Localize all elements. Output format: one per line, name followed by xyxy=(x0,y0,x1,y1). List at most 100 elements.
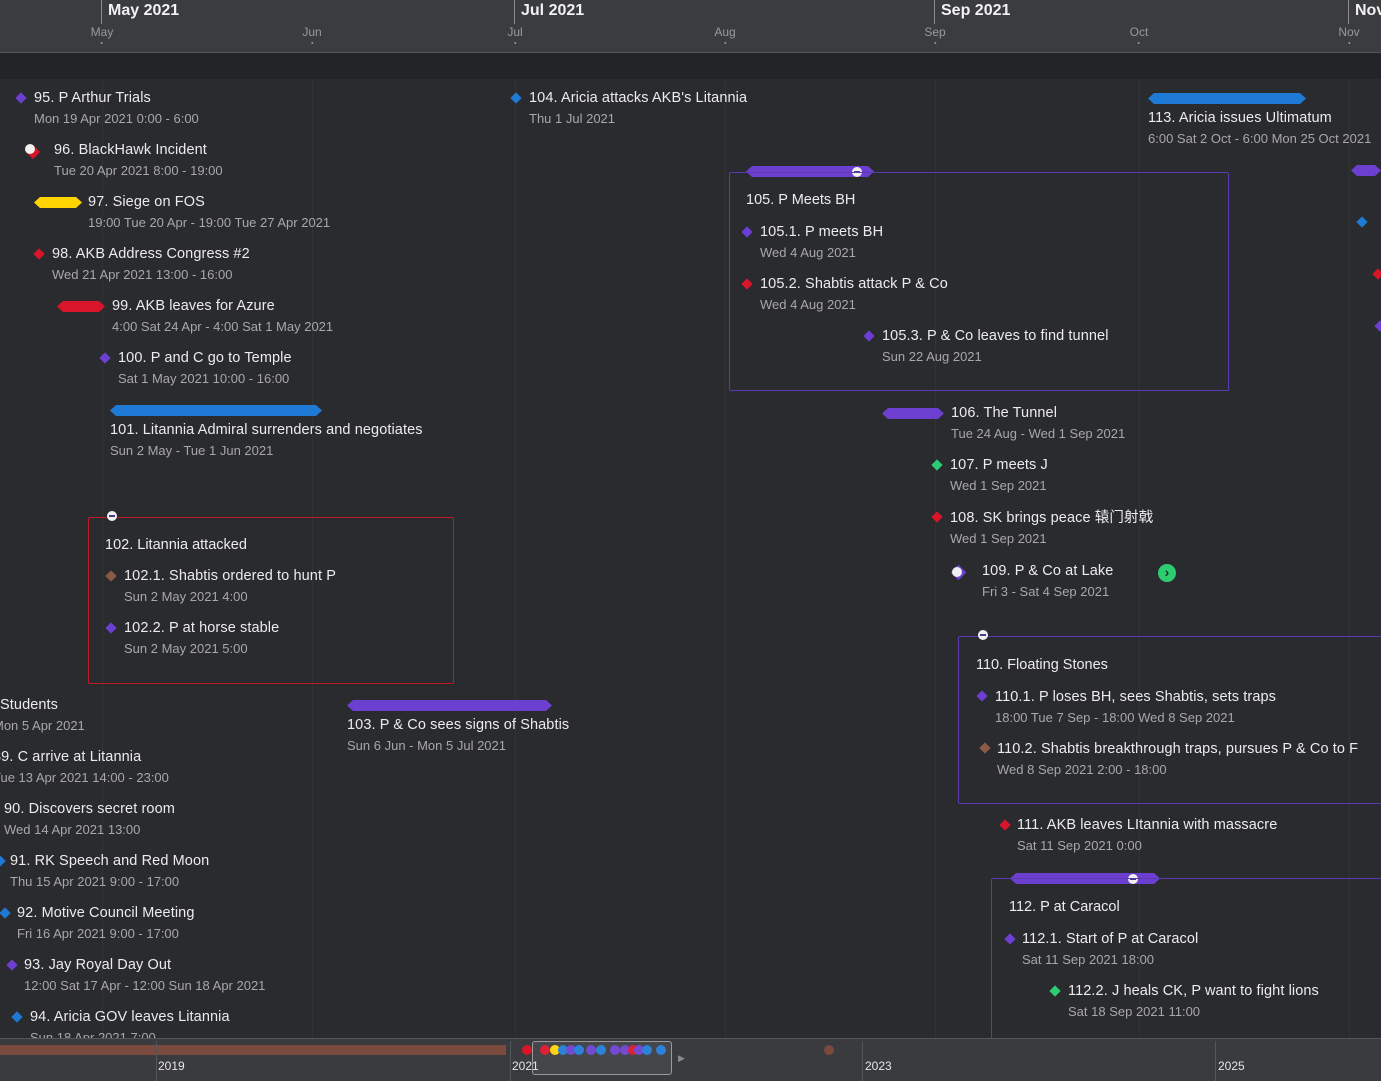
event-item[interactable]: 90. Discovers secret room Wed 14 Apr 202… xyxy=(4,800,175,838)
month-tick-label: May xyxy=(90,25,114,44)
year-divider xyxy=(156,1041,157,1081)
event-item[interactable]: 110.2. Shabtis breakthrough traps, pursu… xyxy=(997,740,1358,778)
chevron-right-icon[interactable]: › xyxy=(1158,564,1176,582)
event-marker-diamond[interactable] xyxy=(0,907,11,919)
event-item[interactable]: 112.1. Start of P at Caracol Sat 11 Sep … xyxy=(1022,930,1198,968)
month-tick-label: Nov xyxy=(1338,25,1360,44)
month-tick-label: Oct xyxy=(1129,25,1149,44)
expand-icon[interactable] xyxy=(952,567,962,577)
event-date: Wed 14 Apr 2021 13:00 xyxy=(4,822,141,837)
event-item[interactable]: 105.1. P meets BH Wed 4 Aug 2021 xyxy=(760,223,883,261)
event-duration-bar[interactable] xyxy=(110,405,322,416)
event-date: Sun 2 May - Tue 1 Jun 2021 xyxy=(110,443,274,458)
event-item[interactable]: 93. Jay Royal Day Out 12:00 Sat 17 Apr -… xyxy=(24,956,265,994)
event-item[interactable]: 106. The Tunnel Tue 24 Aug - Wed 1 Sep 2… xyxy=(951,404,1125,442)
event-date: Sat 11 Sep 2021 0:00 xyxy=(1017,838,1142,853)
event-item[interactable]: 105.2. Shabtis attack P & Co Wed 4 Aug 2… xyxy=(760,275,948,313)
event-marker-diamond[interactable] xyxy=(931,459,943,471)
event-item[interactable]: 92. Motive Council Meeting Fri 16 Apr 20… xyxy=(17,904,195,942)
event-date: Sun 6 Jun - Mon 5 Jul 2021 xyxy=(347,738,506,753)
event-title: 103. P & Co sees signs of Shabtis xyxy=(347,717,570,733)
event-item[interactable]: 110.1. P loses BH, sees Shabtis, sets tr… xyxy=(995,688,1276,726)
event-date: Tue 24 Aug - Wed 1 Sep 2021 xyxy=(951,426,1126,441)
event-density-dot xyxy=(824,1045,834,1055)
event-item[interactable]: 107. P meets J Wed 1 Sep 2021 xyxy=(950,456,1048,494)
event-date: Mon 5 Apr 2021 xyxy=(0,718,85,733)
event-item[interactable]: 94. Aricia GOV leaves Litannia Sun 18 Ap… xyxy=(30,1008,230,1038)
event-item[interactable]: 112.2. J heals CK, P want to fight lions… xyxy=(1068,982,1319,1020)
event-date: Fri 3 - Sat 4 Sep 2021 xyxy=(982,584,1110,599)
year-divider xyxy=(510,1041,511,1081)
event-title: 112.1. Start of P at Caracol xyxy=(1022,931,1199,947)
event-item[interactable]: 108. SK brings peace 辕门射戟 Wed 1 Sep 2021 xyxy=(950,509,1153,547)
event-title: 89. C arrive at Litannia xyxy=(0,749,142,765)
event-item[interactable]: 99. AKB leaves for Azure 4:00 Sat 24 Apr… xyxy=(112,297,333,335)
event-item[interactable]: 109. P & Co at Lake Fri 3 - Sat 4 Sep 20… xyxy=(982,562,1113,600)
event-item[interactable]: 91. RK Speech and Red Moon Thu 15 Apr 20… xyxy=(10,852,209,890)
event-marker-diamond[interactable] xyxy=(15,92,27,104)
event-marker-diamond[interactable] xyxy=(999,819,1011,831)
collapse-icon[interactable] xyxy=(978,630,988,640)
event-item[interactable]: 105.3. P & Co leaves to find tunnel Sun … xyxy=(882,327,1109,365)
event-marker-diamond[interactable] xyxy=(99,352,111,364)
event-duration-bar[interactable] xyxy=(1351,165,1381,176)
event-item[interactable]: 96. BlackHawk Incident Tue 20 Apr 2021 8… xyxy=(54,141,223,179)
month-tick-label: Aug xyxy=(714,25,736,44)
event-title: 102.1. Shabtis ordered to hunt P xyxy=(124,568,336,584)
event-duration-bar[interactable] xyxy=(1148,93,1306,104)
event-date: Sun 18 Apr 2021 7:00 xyxy=(30,1030,156,1038)
group-title: 102. Litannia attacked xyxy=(105,537,247,553)
event-item[interactable]: 98. AKB Address Congress #2 Wed 21 Apr 2… xyxy=(52,245,250,283)
collapse-icon[interactable] xyxy=(107,511,117,521)
event-date: Mon 19 Apr 2021 0:00 - 6:00 xyxy=(34,111,199,126)
event-density-dot xyxy=(522,1045,532,1055)
event-item[interactable]: 102.1. Shabtis ordered to hunt P Sun 2 M… xyxy=(124,567,336,605)
month-tick-label: Jun xyxy=(302,25,322,44)
overview-viewport-window[interactable] xyxy=(532,1041,672,1075)
event-duration-bar[interactable] xyxy=(882,408,944,419)
event-duration-bar[interactable] xyxy=(347,700,552,711)
event-date: Wed 4 Aug 2021 xyxy=(760,245,856,260)
event-marker-diamond[interactable] xyxy=(1372,268,1381,280)
event-duration-bar[interactable] xyxy=(57,301,105,312)
event-item[interactable]: 95. P Arthur Trials Mon 19 Apr 2021 0:00… xyxy=(34,89,199,127)
event-marker-diamond[interactable] xyxy=(11,1011,23,1023)
event-title: 92. Motive Council Meeting xyxy=(17,905,195,921)
year-divider xyxy=(862,1041,863,1081)
event-date: Tue 13 Apr 2021 14:00 - 23:00 xyxy=(0,770,169,785)
event-date: Wed 4 Aug 2021 xyxy=(760,297,856,312)
event-title: 90. Discovers secret room xyxy=(4,801,175,817)
event-title: 113. Aricia issues Ultimatum xyxy=(1148,110,1332,126)
event-duration-bar[interactable] xyxy=(34,197,82,208)
event-marker-diamond[interactable] xyxy=(0,855,6,867)
event-marker-diamond[interactable] xyxy=(1374,320,1381,332)
event-item[interactable]: 113. Aricia issues Ultimatum 6:00 Sat 2 … xyxy=(1148,109,1371,147)
event-title: 91. RK Speech and Red Moon xyxy=(10,853,210,869)
event-title: 111. AKB leaves LItannia with massacre xyxy=(1017,817,1278,833)
event-item[interactable]: 111. AKB leaves LItannia with massacre S… xyxy=(1017,816,1277,854)
expand-icon[interactable] xyxy=(25,144,35,154)
event-item[interactable]: 102.2. P at horse stable Sun 2 May 2021 … xyxy=(124,619,279,657)
play-icon[interactable]: ▶ xyxy=(678,1053,685,1064)
event-date: Thu 15 Apr 2021 9:00 - 17:00 xyxy=(10,874,180,889)
timeline-canvas[interactable]: 95. P Arthur Trials Mon 19 Apr 2021 0:00… xyxy=(0,80,1381,1038)
event-item[interactable]: 103. P & Co sees signs of Shabtis Sun 6 … xyxy=(347,716,569,754)
event-item[interactable]: 89. C arrive at Litannia Tue 13 Apr 2021… xyxy=(0,748,169,786)
event-item[interactable]: 101. Litannia Admiral surrenders and neg… xyxy=(110,421,423,459)
event-item[interactable]: 104. Aricia attacks AKB's Litannia Thu 1… xyxy=(529,89,747,127)
event-marker-diamond[interactable] xyxy=(6,959,18,971)
event-marker-diamond[interactable] xyxy=(510,92,522,104)
event-marker-diamond[interactable] xyxy=(931,511,943,523)
overview-navigator[interactable]: ▶ 2019 2021 2023 2025 xyxy=(0,1038,1381,1081)
event-date: Wed 1 Sep 2021 xyxy=(950,478,1047,493)
event-item[interactable]: Students Mon 5 Apr 2021 xyxy=(0,696,85,734)
event-marker-diamond[interactable] xyxy=(1356,216,1368,228)
event-marker-diamond[interactable] xyxy=(33,248,45,260)
event-title: 101. Litannia Admiral surrenders and neg… xyxy=(110,422,423,438)
year-label: 2019 xyxy=(158,1059,185,1073)
event-item[interactable]: 97. Siege on FOS 19:00 Tue 20 Apr - 19:0… xyxy=(88,193,330,231)
event-item[interactable]: 100. P and C go to Temple Sat 1 May 2021… xyxy=(118,349,292,387)
month-label-major: Nov xyxy=(1348,0,1381,24)
month-tick-label: Jul xyxy=(507,25,523,44)
event-title: 104. Aricia attacks AKB's Litannia xyxy=(529,90,748,106)
